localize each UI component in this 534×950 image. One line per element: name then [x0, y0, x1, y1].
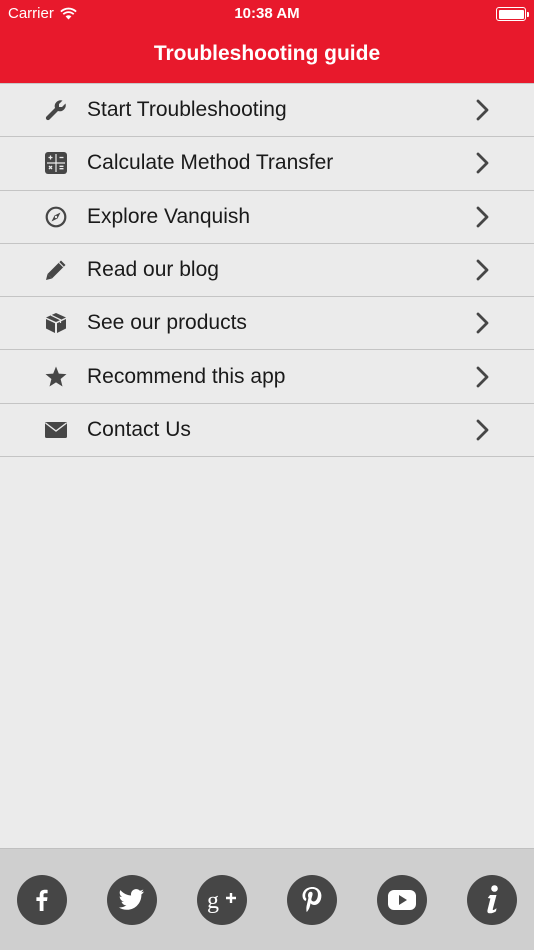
menu-item-start-troubleshooting[interactable]: Start Troubleshooting: [0, 84, 534, 138]
facebook-icon: [36, 889, 48, 911]
pinterest-button[interactable]: [287, 875, 337, 925]
menu-item-label: Read our blog: [87, 258, 219, 282]
twitter-icon: [118, 889, 144, 910]
menu-item-label: Contact Us: [87, 417, 191, 441]
chevron-right-icon: [476, 312, 489, 334]
compass-icon: [43, 204, 69, 230]
chevron-right-icon: [476, 366, 489, 388]
status-bar: Carrier 10:38 AM: [0, 0, 534, 28]
menu-item-recommend-this-app[interactable]: Recommend this app: [0, 350, 534, 404]
menu-item-label: See our products: [87, 311, 247, 335]
google-plus-icon: g: [207, 888, 236, 914]
info-button[interactable]: [467, 875, 517, 925]
social-footer: g: [0, 848, 534, 950]
calculator-icon: [43, 150, 69, 176]
chevron-right-icon: [476, 153, 489, 174]
menu-item-label: Recommend this app: [87, 364, 286, 388]
twitter-button[interactable]: [107, 875, 157, 925]
menu-item-read-our-blog[interactable]: Read our blog: [0, 244, 534, 298]
pencil-icon: [43, 257, 69, 283]
menu-item-calculate-method-transfer[interactable]: Calculate Method Transfer: [0, 137, 534, 191]
chevron-right-icon: [476, 419, 489, 441]
svg-text:g: g: [207, 888, 219, 914]
status-time: 10:38 AM: [234, 5, 300, 22]
youtube-button[interactable]: [377, 875, 427, 925]
page-title: Troubleshooting guide: [153, 42, 381, 65]
box-icon: [43, 310, 69, 336]
menu-item-explore-vanquish[interactable]: Explore Vanquish: [0, 191, 534, 244]
pinterest-icon: [302, 887, 322, 912]
menu-item-label: Start Troubleshooting: [87, 98, 287, 122]
battery-icon: [496, 7, 529, 21]
battery-level: [498, 9, 524, 19]
star-icon: [43, 364, 69, 390]
wrench-icon: [43, 97, 69, 123]
info-icon: [487, 885, 498, 914]
facebook-button[interactable]: [17, 875, 67, 925]
menu-item-label: Calculate Method Transfer: [87, 151, 334, 175]
youtube-icon: [388, 890, 416, 910]
chevron-right-icon: [476, 206, 489, 228]
menu-item-contact-us[interactable]: Contact Us: [0, 404, 534, 458]
chevron-right-icon: [476, 259, 489, 281]
chevron-right-icon: [476, 99, 489, 121]
menu-item-see-our-products[interactable]: See our products: [0, 297, 534, 351]
header: Carrier 10:38 AM Troubleshooting guide: [0, 0, 534, 83]
menu-list: Start Troubleshooting Calculate Method T…: [0, 83, 534, 458]
google-plus-button[interactable]: g: [197, 875, 247, 925]
menu-item-label: Explore Vanquish: [87, 204, 251, 228]
envelope-icon: [43, 417, 69, 443]
